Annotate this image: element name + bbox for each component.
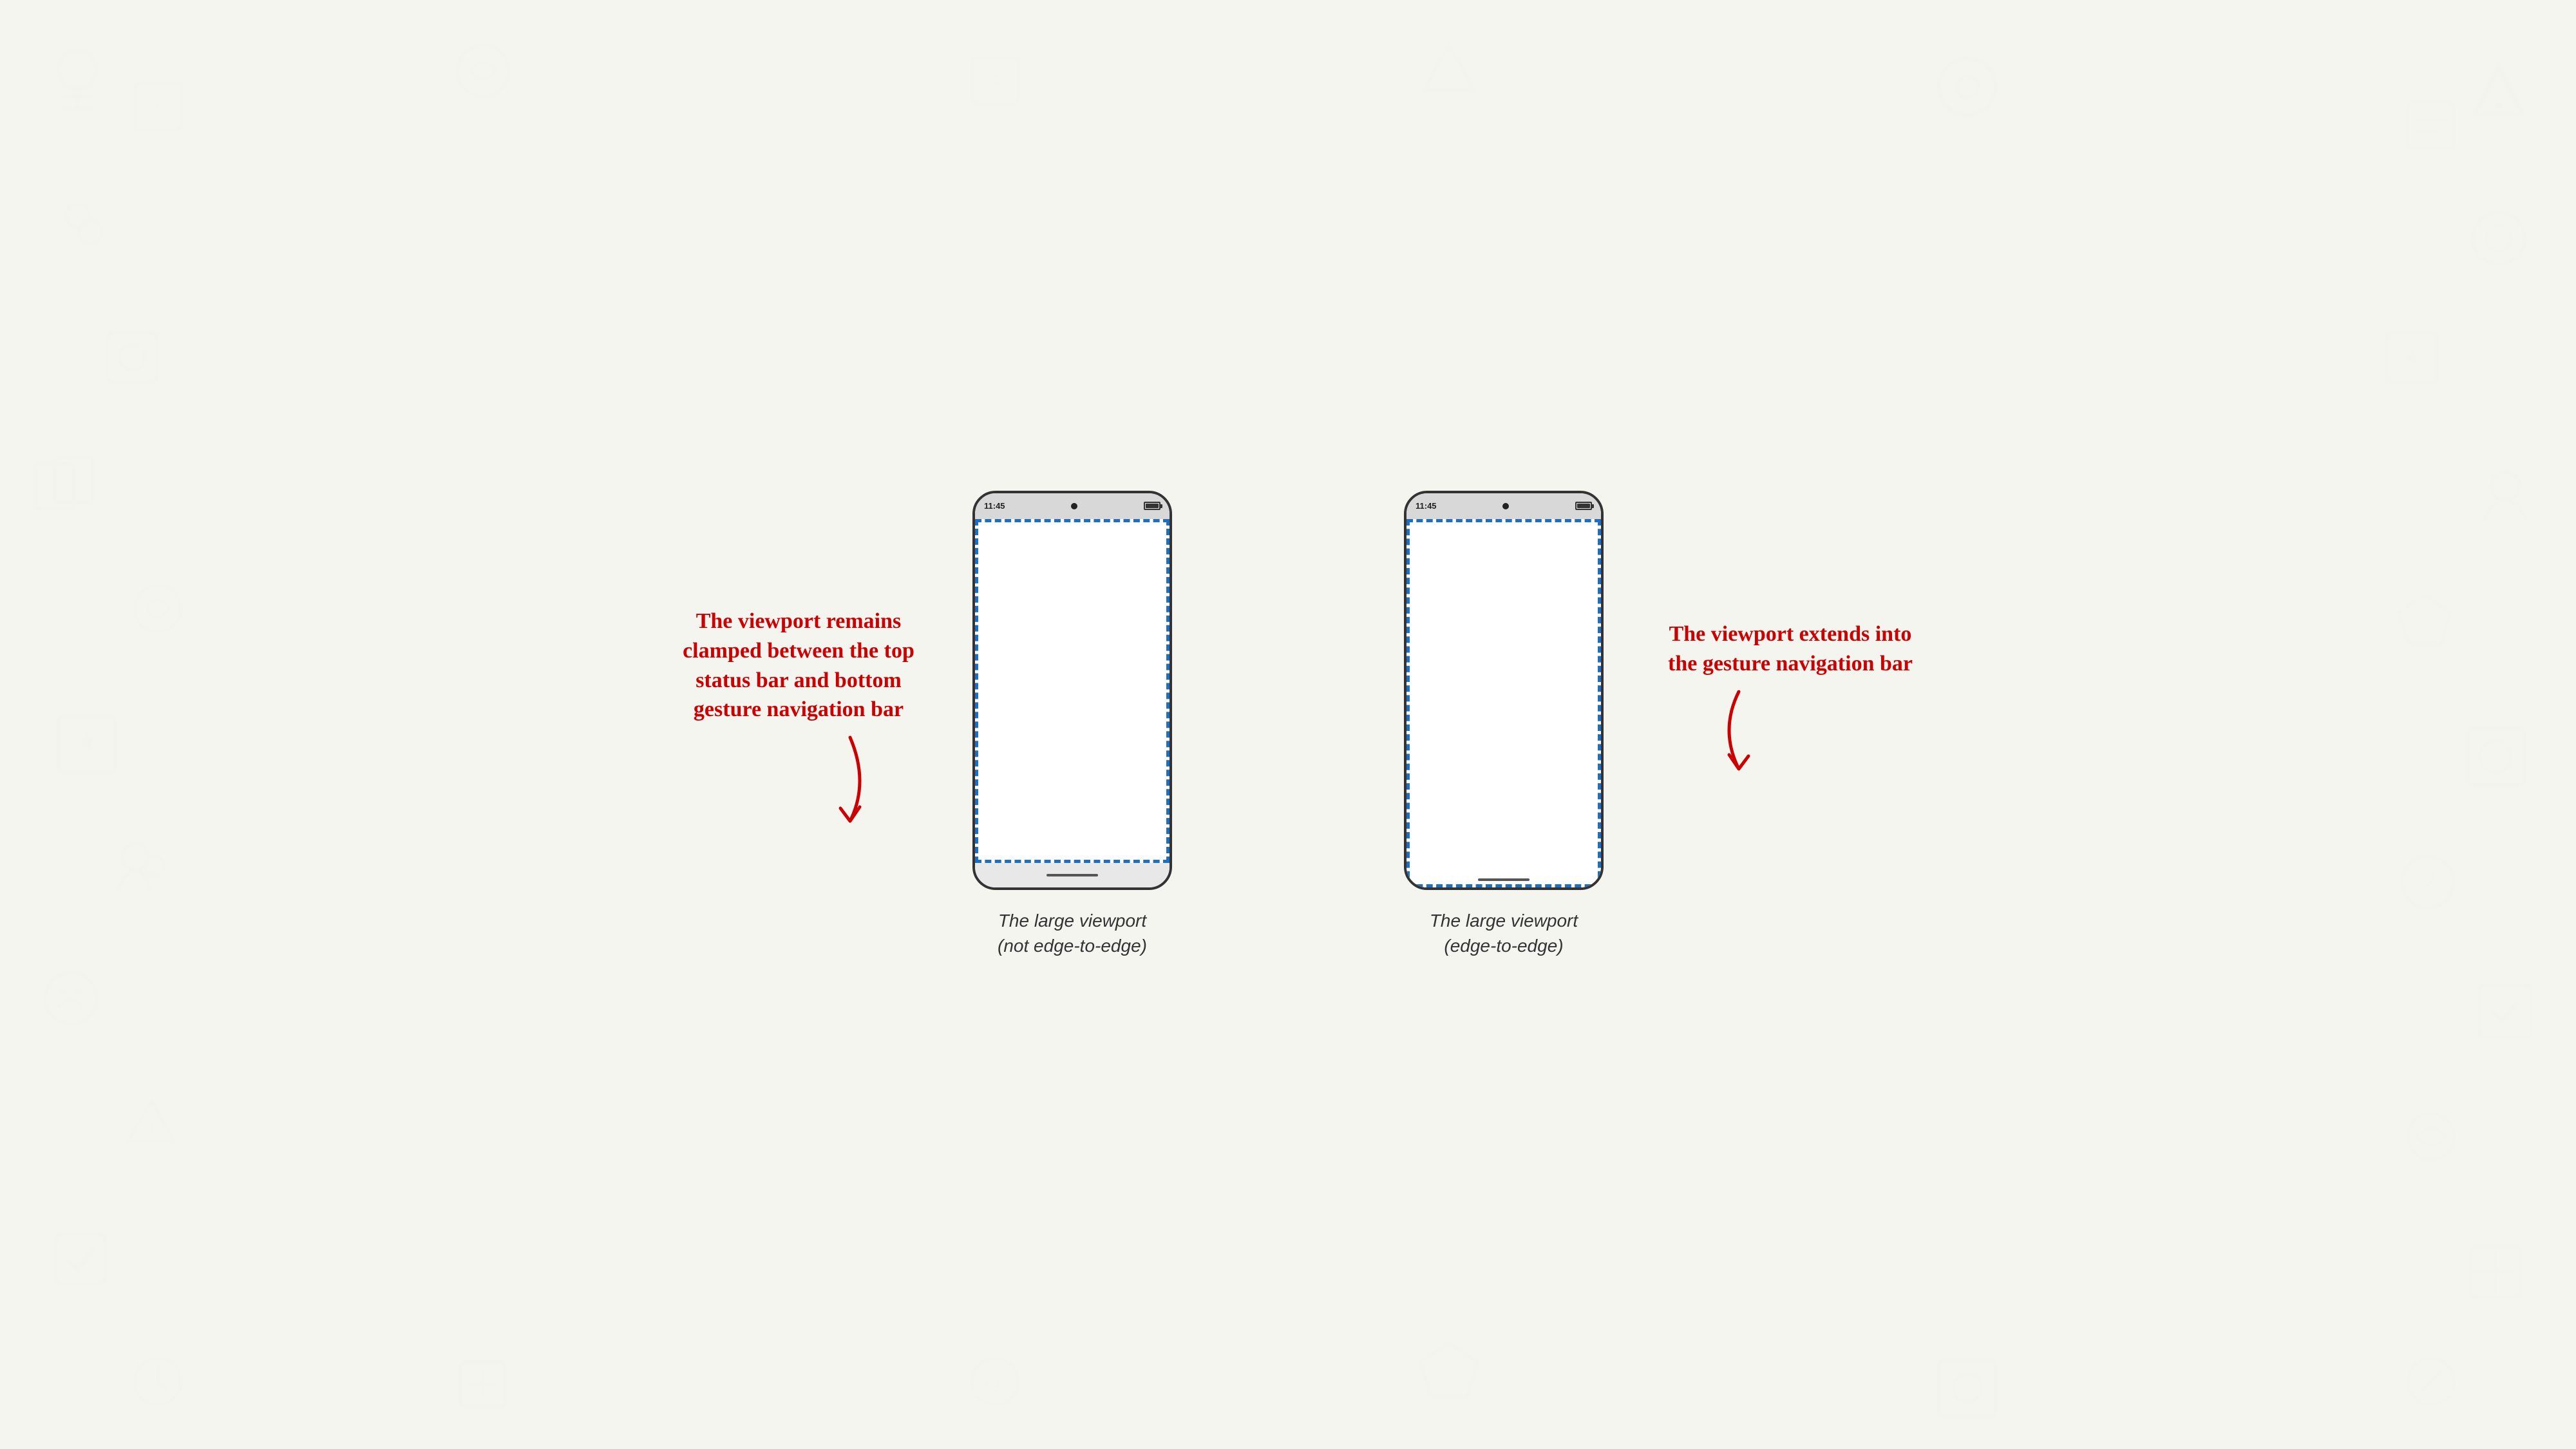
right-arrow-svg — [1726, 685, 1855, 775]
right-status-bar: 11:45 — [1406, 493, 1601, 519]
right-phone-label: The large viewport (edge-to-edge) — [1430, 908, 1578, 958]
right-annotation: The viewport extends into the gesture na… — [1668, 620, 1913, 775]
left-battery — [1144, 502, 1160, 510]
left-nav-bar — [975, 863, 1170, 887]
left-battery-fill — [1146, 504, 1159, 508]
right-phone-mockup: 11:45 — [1404, 491, 1604, 890]
left-annotation-text: The viewport remains clamped between the… — [676, 607, 921, 725]
right-battery — [1575, 502, 1592, 510]
left-viewport-area — [975, 519, 1170, 863]
main-content: The viewport remains clamped between the… — [0, 0, 2576, 1449]
right-viewport-inner — [1406, 519, 1601, 887]
left-phone-wrapper: 11:45 The large viewport (not — [972, 491, 1172, 958]
left-arrow-svg — [728, 731, 869, 834]
right-nav-pill-overlay — [1478, 878, 1530, 881]
left-phone-mockup: 11:45 — [972, 491, 1172, 890]
left-status-bar: 11:45 — [975, 493, 1170, 519]
left-camera — [1071, 503, 1077, 509]
right-viewport-area — [1406, 519, 1601, 887]
left-phone-container: The viewport remains clamped between the… — [972, 491, 1172, 958]
right-phone-wrapper: 11:45 The large viewport (edge-to-edge) — [1404, 491, 1604, 958]
right-battery-fill — [1577, 504, 1590, 508]
left-annotation: The viewport remains clamped between the… — [676, 607, 921, 835]
right-phone-container: The viewport extends into the gesture na… — [1404, 491, 1604, 958]
left-status-time: 11:45 — [984, 501, 1005, 511]
left-nav-pill — [1046, 874, 1098, 876]
left-viewport-inner — [975, 519, 1170, 863]
left-phone-label: The large viewport (not edge-to-edge) — [998, 908, 1147, 958]
right-annotation-text: The viewport extends into the gesture na… — [1668, 620, 1913, 679]
right-status-time: 11:45 — [1416, 501, 1437, 511]
right-camera — [1502, 503, 1509, 509]
